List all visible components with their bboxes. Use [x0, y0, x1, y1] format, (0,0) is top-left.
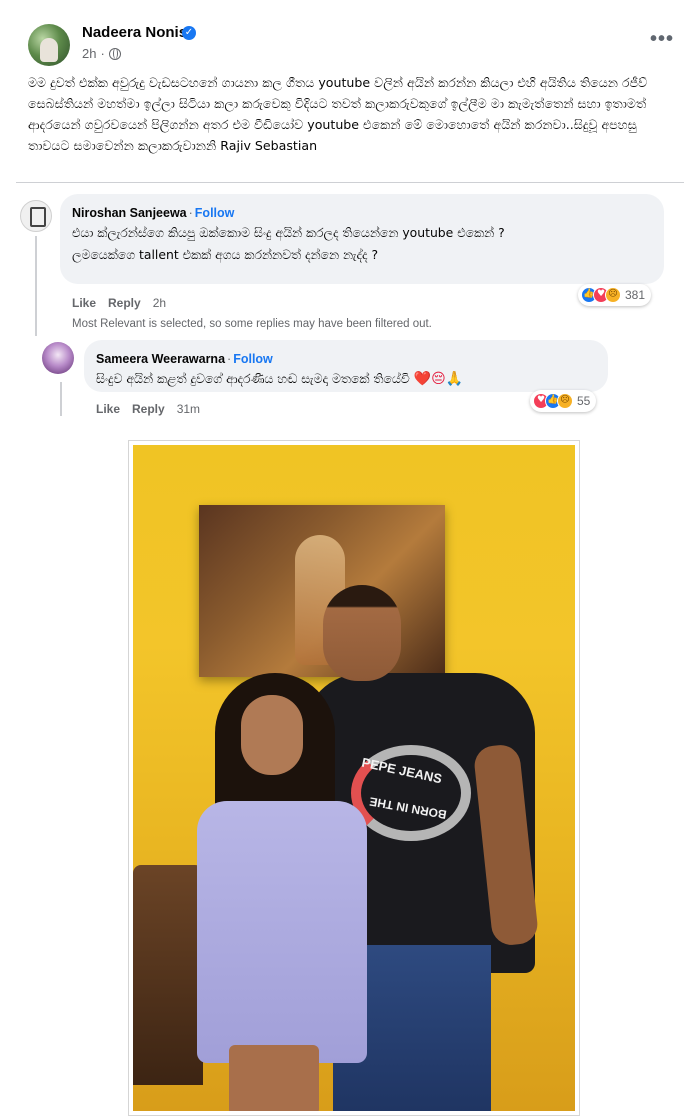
- post-card: Nadeera Nonis ✓ 2h · ••• මම දුවත් එක්ක අ…: [6, 10, 694, 1116]
- comment-time[interactable]: 2h: [153, 296, 166, 310]
- man-head: [323, 585, 401, 681]
- girl-legs: [229, 1045, 319, 1111]
- reaction-count: 55: [577, 394, 591, 408]
- commenter-name[interactable]: Niroshan Sanjeewa: [72, 206, 187, 220]
- attached-photo[interactable]: PEPE JEANS BORN IN THE: [128, 440, 580, 1116]
- divider: [16, 182, 684, 183]
- wall-painting: [199, 505, 445, 677]
- like-button[interactable]: Like: [72, 296, 96, 310]
- care-reaction-icon: ☹: [605, 287, 621, 303]
- post-text: මම දුවත් එක්ක අවුරුදු වැඩසටහනේ ගායනා කල …: [28, 75, 648, 153]
- more-options-icon[interactable]: •••: [650, 28, 674, 51]
- reply-reactions[interactable]: ♥ 👍 ☹ 55: [530, 390, 597, 412]
- reply-bubble: Sameera Weerawarna · Follow සිංදුව අයින් ක…: [84, 340, 608, 392]
- girl-dress: [197, 801, 367, 1063]
- reply-author-avatar[interactable]: [42, 342, 74, 374]
- chair: [133, 865, 203, 1085]
- post-meta: 2h ·: [82, 46, 121, 61]
- separator-dot: ·: [227, 352, 232, 366]
- comment-actions: Like Reply 2h: [72, 296, 166, 310]
- filter-note: Most Relevant is selected, so some repli…: [72, 318, 432, 330]
- post-time[interactable]: 2h: [82, 46, 96, 61]
- separator-dot: ·: [188, 206, 193, 220]
- reply-emojis: ❤️😔🙏: [413, 371, 464, 387]
- care-reaction-icon: ☹: [557, 393, 573, 409]
- verified-badge-icon: ✓: [182, 26, 196, 40]
- commenter-name[interactable]: Sameera Weerawarna: [96, 352, 225, 366]
- thread-line: [60, 382, 62, 416]
- post-author-name[interactable]: Nadeera Nonis: [82, 24, 187, 41]
- thread-line: [35, 236, 37, 336]
- photo-image: PEPE JEANS BORN IN THE: [133, 445, 575, 1111]
- separator-dot: ·: [100, 46, 105, 61]
- girl-face: [241, 695, 303, 775]
- author-avatar[interactable]: [28, 24, 70, 66]
- reply-button[interactable]: Reply: [108, 296, 141, 310]
- reply-button[interactable]: Reply: [132, 402, 165, 416]
- commenter-avatar[interactable]: [20, 200, 52, 232]
- comment-reactions[interactable]: 👍 ♥ ☹ 381: [578, 284, 652, 306]
- globe-icon: [108, 47, 121, 60]
- comment-text-line-1: එයා ක්ලැරන්ස්ගෙ කියපු ඔක්කොම සිංදු අයින්…: [72, 225, 505, 240]
- reply-actions: Like Reply 31m: [96, 402, 200, 416]
- comment-text-line-2: ලමයෙක්ගෙ tallent එකක් අගය කරන්නවත් දන්නෙ…: [72, 247, 379, 262]
- follow-button[interactable]: Follow: [195, 206, 235, 220]
- reply-text: සිංදුව අයින් කළත් දුවගේ ආදරණීය හඬ සැමදා …: [96, 369, 596, 389]
- reply-text-body: සිංදුව අයින් කළත් දුවගේ ආදරණීය හඬ සැමදා …: [96, 371, 410, 386]
- reply-time[interactable]: 31m: [177, 402, 200, 416]
- reaction-count: 381: [625, 288, 646, 302]
- follow-button[interactable]: Follow: [233, 352, 273, 366]
- like-button[interactable]: Like: [96, 402, 120, 416]
- comment-bubble: Niroshan Sanjeewa · Follow එයා ක්ලැරන්ස්ගෙ…: [60, 194, 664, 284]
